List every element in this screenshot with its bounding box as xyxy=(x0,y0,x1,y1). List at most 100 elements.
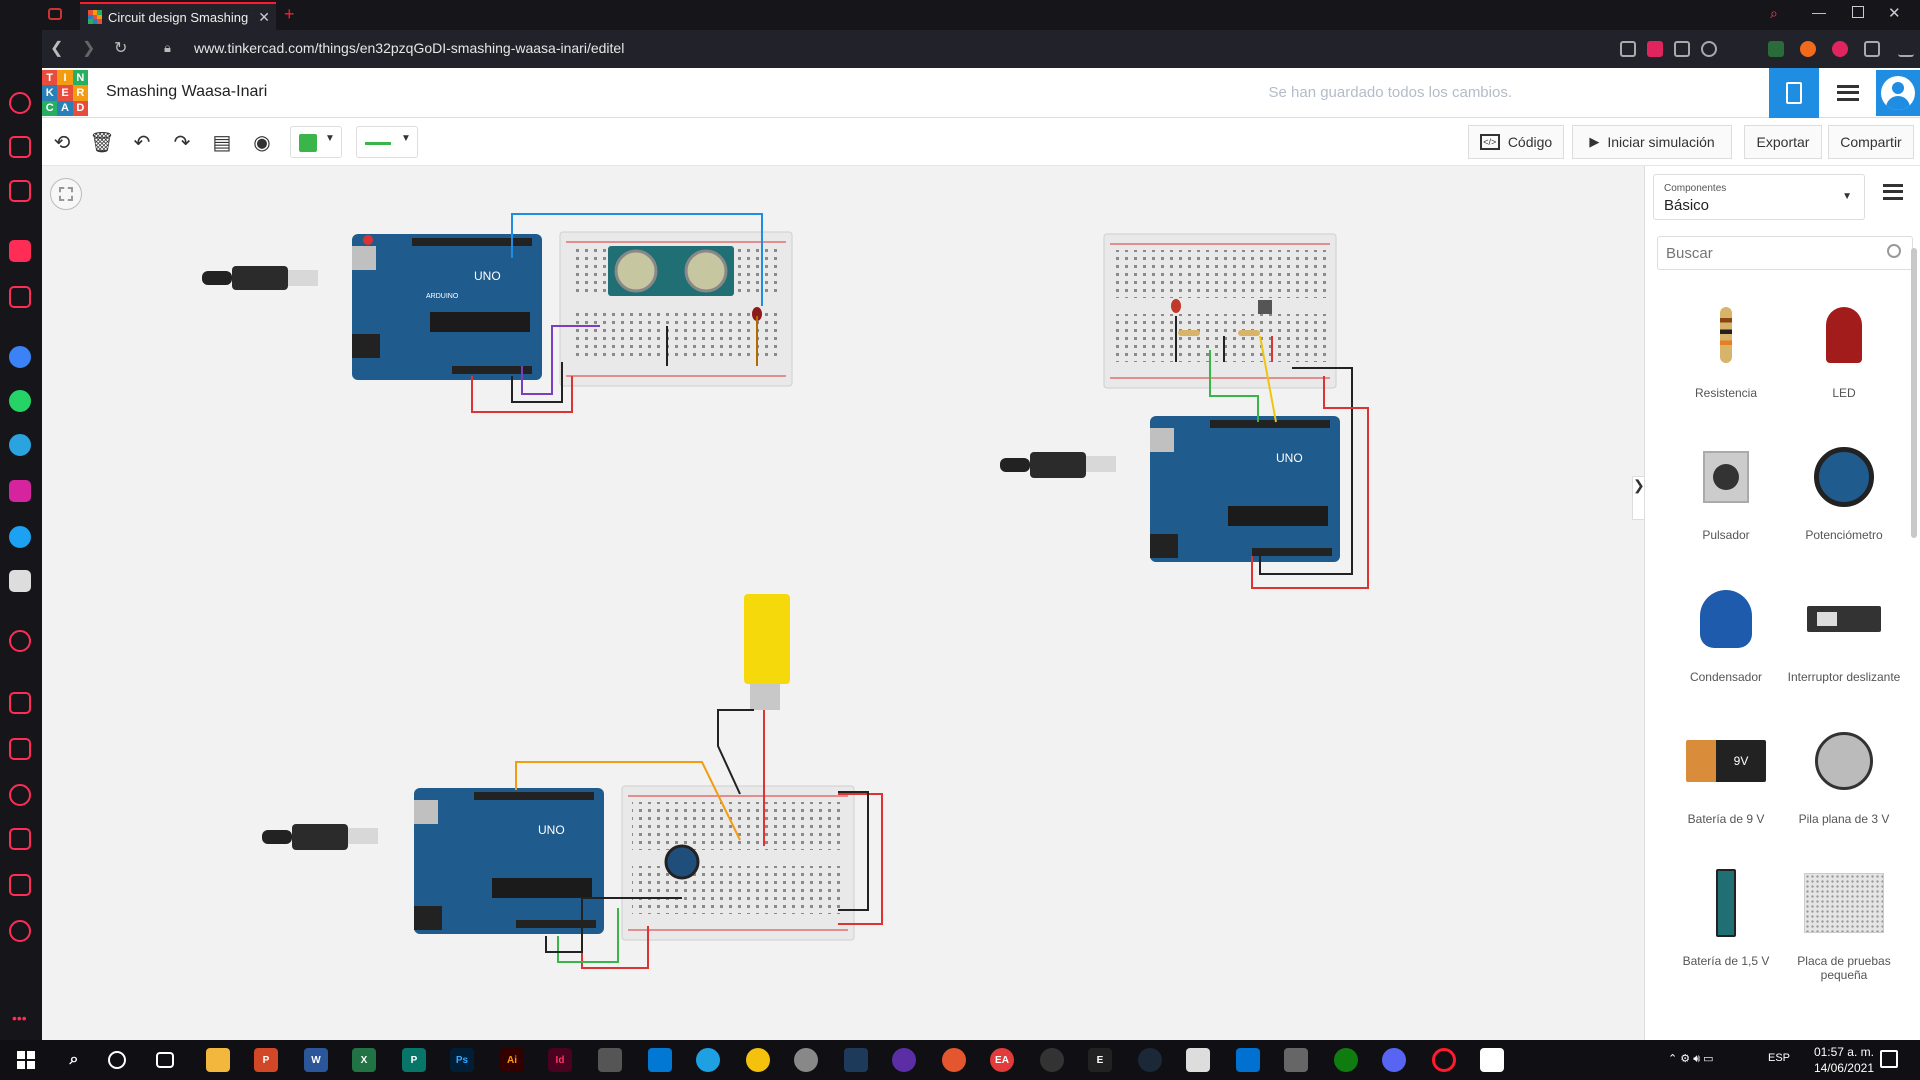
potentiometer[interactable] xyxy=(664,844,700,880)
clock[interactable]: 01:57 a. m. 14/06/2021 xyxy=(1814,1044,1874,1076)
instagram-icon[interactable] xyxy=(9,480,31,502)
app-icon[interactable] xyxy=(1186,1048,1210,1072)
extension-icon[interactable] xyxy=(1768,41,1784,57)
playstation-icon[interactable] xyxy=(1236,1048,1260,1072)
notes-icon[interactable]: ▤ xyxy=(208,128,236,156)
part-battery-1-5v[interactable]: Batería de 1,5 V xyxy=(1667,858,1785,998)
settings-icon[interactable] xyxy=(9,920,31,942)
avatar[interactable] xyxy=(1876,70,1920,116)
bag-icon[interactable] xyxy=(9,136,31,158)
download-icon[interactable] xyxy=(1898,41,1914,57)
windows-start-icon[interactable] xyxy=(14,1048,38,1072)
language-indicator[interactable]: ESP xyxy=(1768,1052,1790,1064)
scrollbar-thumb[interactable] xyxy=(1911,248,1917,538)
ea-icon[interactable]: EA xyxy=(990,1048,1014,1072)
part-breadboard-small[interactable]: Placa de pruebas pequeña xyxy=(1785,858,1903,998)
more-icon[interactable]: ••• xyxy=(12,1010,27,1026)
part-capacitor[interactable]: Condensador xyxy=(1667,574,1785,714)
usb-cable[interactable] xyxy=(202,266,318,290)
steam-icon[interactable] xyxy=(1138,1048,1162,1072)
breadboard[interactable] xyxy=(1103,233,1337,389)
speed-dial-icon[interactable] xyxy=(9,92,31,114)
player-icon[interactable] xyxy=(9,286,31,308)
rotate-icon[interactable]: ⟲ xyxy=(48,128,76,156)
extension-icon[interactable] xyxy=(1832,41,1848,57)
usb-cable[interactable] xyxy=(262,824,378,850)
usb-cable[interactable] xyxy=(1000,452,1116,478)
reload-icon[interactable]: ↻ xyxy=(114,38,127,58)
resistor[interactable] xyxy=(1238,330,1260,336)
xbox-icon[interactable] xyxy=(1334,1048,1358,1072)
store-icon[interactable] xyxy=(598,1048,622,1072)
powerpoint-icon[interactable]: P xyxy=(254,1048,278,1072)
circuit-canvas[interactable]: UNO ARDUINO UNO UNO ❯ xyxy=(42,166,1644,1040)
downloads-icon[interactable] xyxy=(9,828,31,850)
led-red[interactable] xyxy=(1171,299,1181,313)
circuit-view-button[interactable] xyxy=(1769,68,1819,118)
resistor[interactable] xyxy=(1178,330,1200,336)
extensions-icon[interactable] xyxy=(9,874,31,896)
components-select[interactable]: Componentes Básico ▼ xyxy=(1653,174,1865,220)
camera-icon[interactable] xyxy=(1620,41,1636,57)
tinkercad-logo[interactable]: T I N K E R C A D xyxy=(42,70,88,116)
mail-icon[interactable] xyxy=(648,1048,672,1072)
heart-icon[interactable] xyxy=(9,738,31,760)
search-icon[interactable] xyxy=(1887,244,1901,258)
twitter-icon[interactable] xyxy=(9,526,31,548)
part-led[interactable]: LED xyxy=(1785,290,1903,430)
shield-icon[interactable] xyxy=(1647,41,1663,57)
close-window-icon[interactable]: ✕ xyxy=(1888,4,1901,22)
gamepad-icon[interactable] xyxy=(48,8,62,20)
part-potentiometer[interactable]: Potenciómetro xyxy=(1785,432,1903,572)
task-view-icon[interactable] xyxy=(156,1052,174,1068)
part-coin-cell[interactable]: Pila plana de 3 V xyxy=(1785,716,1903,856)
search-icon[interactable]: ⌕ xyxy=(62,1048,86,1072)
apps-icon[interactable] xyxy=(9,692,31,714)
wire-color-picker[interactable]: ▼ xyxy=(290,126,342,158)
extension-icon[interactable] xyxy=(1800,41,1816,57)
discord-icon[interactable] xyxy=(9,570,31,592)
player-play-icon[interactable] xyxy=(9,630,31,652)
app-icon[interactable] xyxy=(1040,1048,1064,1072)
opera-icon[interactable] xyxy=(1432,1048,1456,1072)
visibility-icon[interactable]: ◉ xyxy=(248,128,276,156)
start-simulation-button[interactable]: ▶ Iniciar simulación xyxy=(1572,125,1732,159)
component-list-button[interactable] xyxy=(1823,68,1873,118)
file-explorer-icon[interactable] xyxy=(206,1048,230,1072)
part-slide-switch[interactable]: Interruptor deslizante xyxy=(1785,574,1903,714)
edge-icon[interactable] xyxy=(696,1048,720,1072)
epic-games-icon[interactable]: E xyxy=(1088,1048,1112,1072)
app-icon[interactable] xyxy=(1284,1048,1308,1072)
send-icon[interactable] xyxy=(1674,41,1690,57)
dc-motor[interactable] xyxy=(744,594,790,710)
export-button[interactable]: Exportar xyxy=(1744,125,1822,159)
arduino-uno-board[interactable] xyxy=(352,234,542,380)
search-tabs-icon[interactable]: ⌕ xyxy=(1770,5,1778,22)
app-icon[interactable] xyxy=(892,1048,916,1072)
messenger-icon[interactable] xyxy=(9,346,31,368)
home-icon[interactable] xyxy=(9,240,31,262)
ultrasonic-sensor[interactable] xyxy=(608,246,734,296)
paint-icon[interactable] xyxy=(794,1048,818,1072)
part-resistor[interactable]: Resistencia xyxy=(1667,290,1785,430)
discord-icon[interactable] xyxy=(1382,1048,1406,1072)
maximize-icon[interactable] xyxy=(1852,6,1864,18)
panel-scrollbar[interactable] xyxy=(1911,238,1919,748)
wire-type-picker[interactable]: ▼ xyxy=(356,126,418,158)
arduino-uno-board[interactable] xyxy=(1150,416,1340,562)
search-input[interactable] xyxy=(1657,236,1913,270)
history-icon[interactable] xyxy=(9,784,31,806)
part-battery-9v[interactable]: 9V Batería de 9 V xyxy=(1667,716,1785,856)
undo-icon[interactable]: ↶ xyxy=(128,128,156,156)
system-tray-icons[interactable]: ⌃ ⚙ 🔊︎ ▭ xyxy=(1668,1052,1714,1066)
photoshop-icon[interactable]: Ps xyxy=(450,1048,474,1072)
origin-icon[interactable] xyxy=(942,1048,966,1072)
app-icon[interactable] xyxy=(844,1048,868,1072)
url-field[interactable]: www.tinkercad.com/things/en32pzqGoDI-sma… xyxy=(194,40,624,56)
pushbutton[interactable] xyxy=(1258,300,1272,314)
publisher-icon[interactable]: P xyxy=(402,1048,426,1072)
list-view-icon[interactable] xyxy=(1883,184,1903,200)
excel-icon[interactable]: X xyxy=(352,1048,376,1072)
illustrator-icon[interactable]: Ai xyxy=(500,1048,524,1072)
word-icon[interactable]: W xyxy=(304,1048,328,1072)
